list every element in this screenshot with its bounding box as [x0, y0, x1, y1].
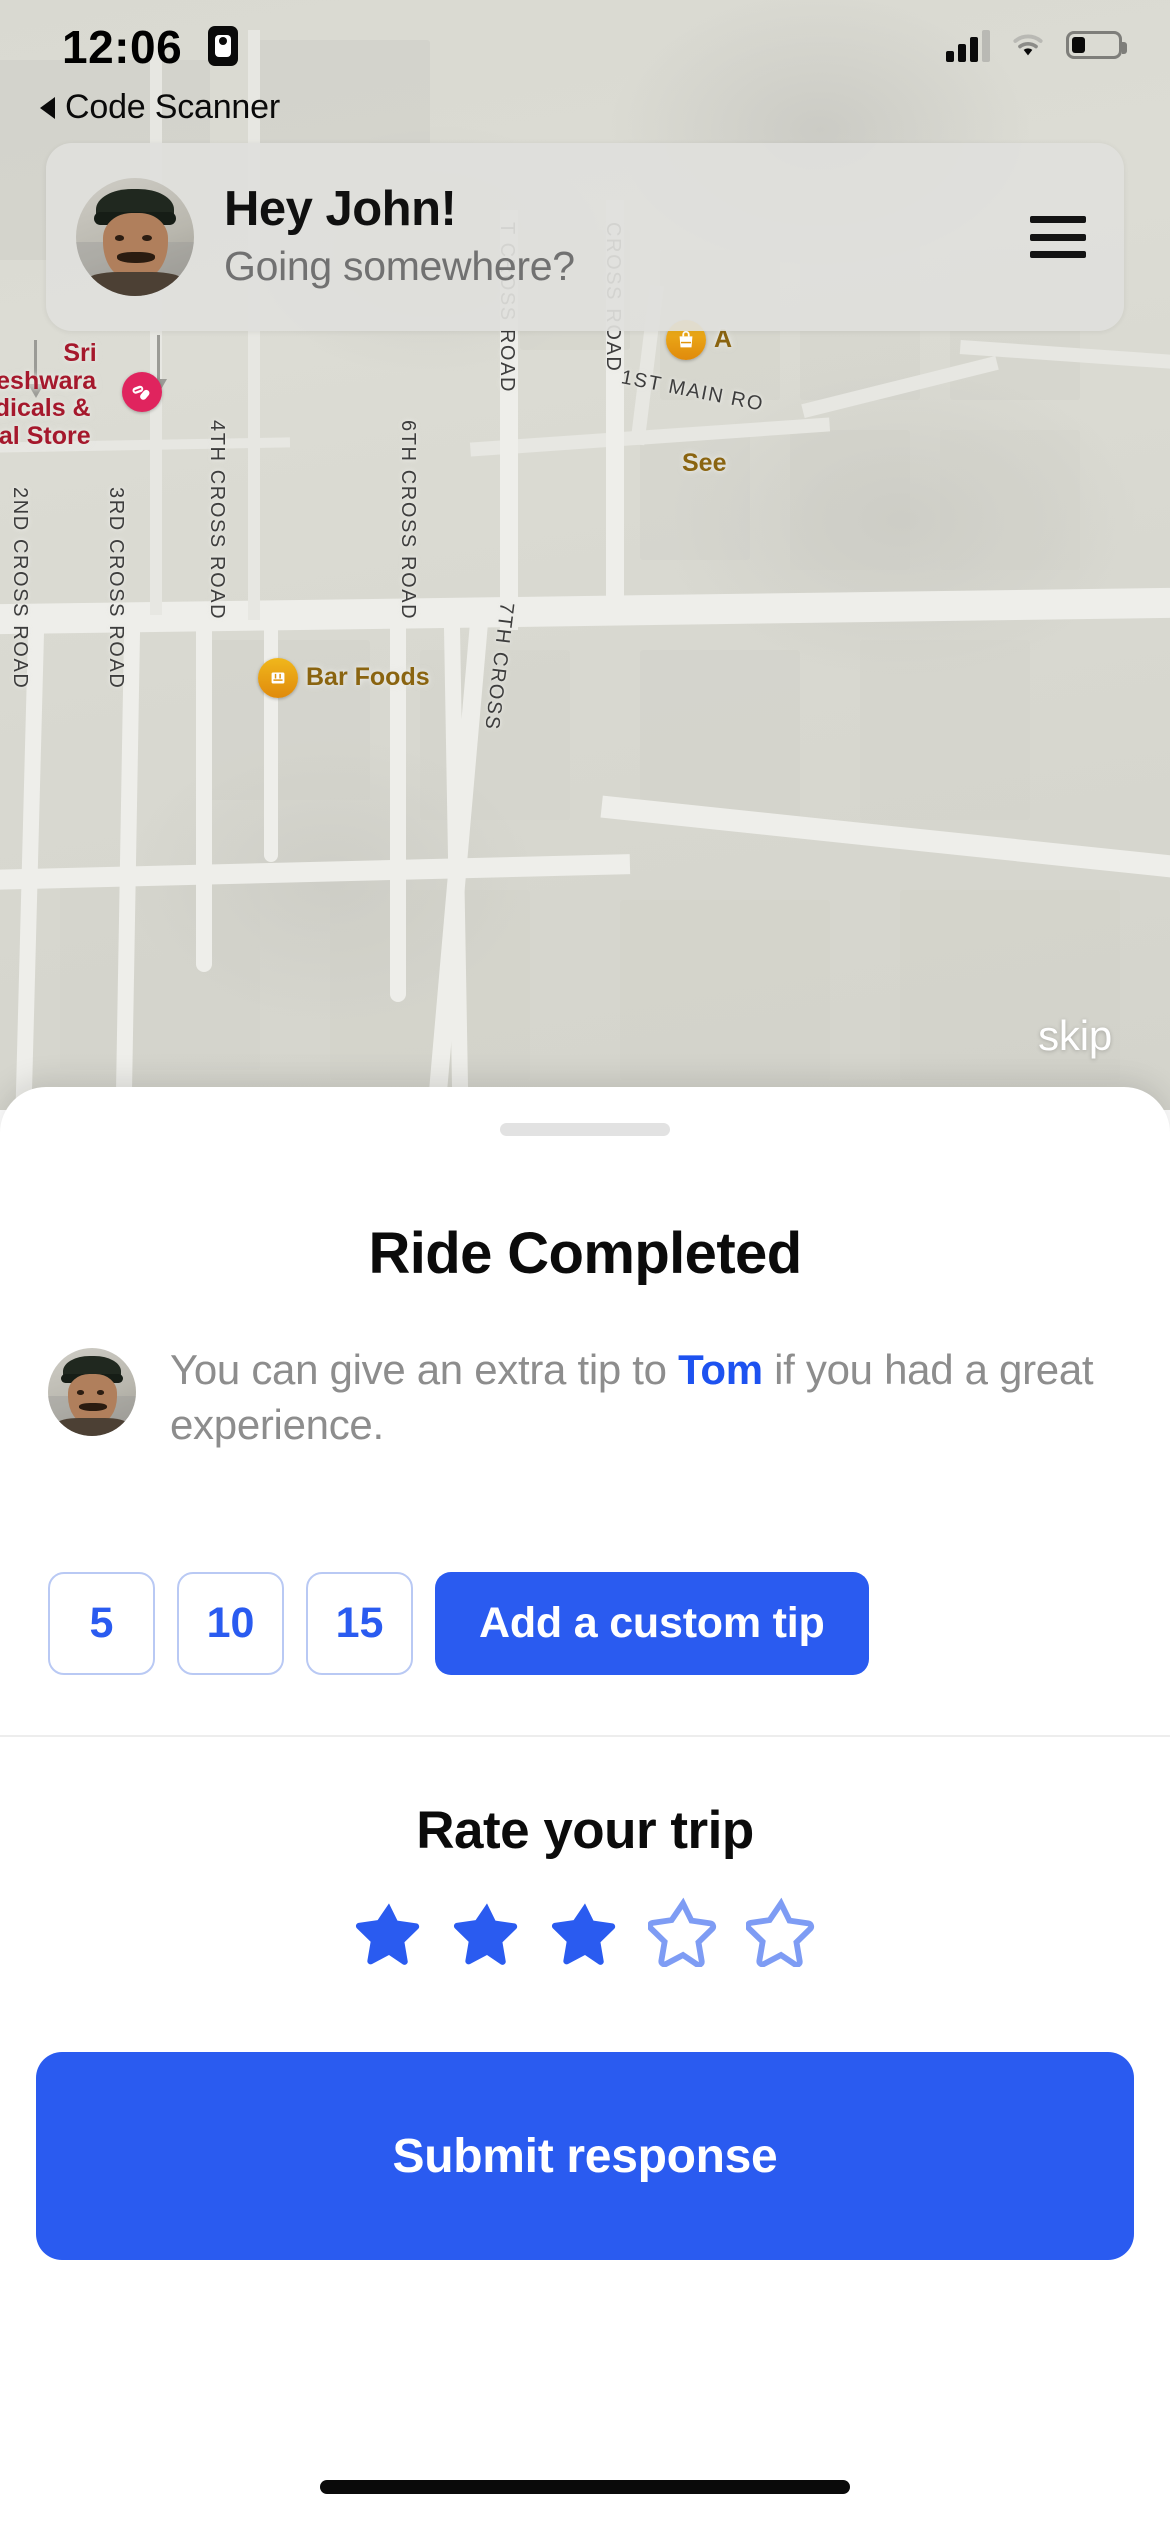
driver-face-illustration [48, 1348, 136, 1436]
rate-trip-title: Rate your trip [416, 1801, 754, 1860]
map-road [0, 587, 1170, 635]
greeting-subtitle: Going somewhere? [224, 242, 575, 289]
map-road [264, 612, 278, 862]
status-bar: 12:06 [0, 0, 1170, 95]
street-label: 6TH CROSS ROAD [397, 420, 419, 621]
section-divider [0, 1735, 1170, 1737]
sheet-drag-handle[interactable] [500, 1123, 670, 1136]
star-icon-1-filled[interactable] [354, 1897, 424, 1967]
map-block [620, 900, 830, 1080]
add-custom-tip-button[interactable]: Add a custom tip [435, 1572, 869, 1675]
star-icon-5-empty[interactable] [746, 1897, 816, 1967]
submit-response-button[interactable]: Submit response [36, 2052, 1134, 2260]
star-rating[interactable] [0, 1897, 1170, 1967]
map-road [196, 612, 212, 972]
star-icon-4-empty[interactable] [648, 1897, 718, 1967]
restaurant-icon [258, 658, 298, 698]
back-link-label: Code Scanner [65, 88, 280, 126]
tip-message-row: You can give an extra tip to Tom if you … [0, 1342, 1170, 1453]
phone-screen: 2ND CROSS ROAD 3RD CROSS ROAD 4TH CROSS … [0, 0, 1170, 2532]
avatar-face-illustration [76, 178, 194, 296]
skip-button[interactable]: skip [1038, 1012, 1112, 1060]
back-triangle-icon [40, 96, 55, 119]
back-to-code-scanner-link[interactable]: Code Scanner [40, 88, 280, 127]
star-icon-3-filled[interactable] [550, 1897, 620, 1967]
status-icons [946, 28, 1127, 62]
tip-message: You can give an extra tip to Tom if you … [170, 1342, 1104, 1453]
driver-avatar [48, 1348, 136, 1436]
page-title: Ride Completed [368, 1221, 802, 1286]
home-indicator [320, 2480, 850, 2494]
map-block [330, 890, 530, 1080]
tip-amount-buttons: 5 10 15 Add a custom tip [48, 1572, 869, 1675]
wifi-icon [1013, 34, 1043, 56]
map-poi-label-pharmacy: Sri kateshwara Medicals & neral Store [0, 339, 97, 450]
map-block [790, 430, 910, 570]
avatar[interactable] [76, 178, 194, 296]
status-time: 12:06 [62, 21, 183, 73]
greeting-text: Hey John! Going somewhere? [224, 183, 1030, 291]
tip-message-prefix: You can give an extra tip to [170, 1346, 679, 1393]
battery-icon [1066, 31, 1127, 59]
cellular-signal-icon [946, 28, 990, 62]
map-block [940, 430, 1080, 570]
tip-amount-15-button[interactable]: 15 [306, 1572, 413, 1675]
hamburger-menu-icon[interactable] [1030, 216, 1086, 258]
screen-record-icon [208, 26, 238, 66]
star-icon-2-filled[interactable] [452, 1897, 522, 1967]
street-label: 4TH CROSS ROAD [206, 420, 228, 621]
map-road [0, 854, 631, 890]
map-poi-bar-foods[interactable]: Bar Foods [258, 658, 430, 698]
map-poi-label-bar-foods: Bar Foods [306, 663, 430, 692]
map-poi-label-see: See [682, 449, 727, 477]
map-block [640, 650, 800, 820]
greeting-card[interactable]: Hey John! Going somewhere? [46, 143, 1124, 331]
ride-completed-sheet: Ride Completed You can give an extra tip… [0, 1087, 1170, 2532]
driver-name-link[interactable]: Tom [678, 1346, 763, 1393]
street-label: 2ND CROSS ROAD [9, 487, 31, 690]
greeting-title: Hey John! [224, 181, 457, 236]
map-block [60, 880, 260, 1070]
map-block [860, 640, 1030, 820]
tip-amount-5-button[interactable]: 5 [48, 1572, 155, 1675]
street-label: 3RD CROSS ROAD [105, 487, 127, 690]
tip-amount-10-button[interactable]: 10 [177, 1572, 284, 1675]
